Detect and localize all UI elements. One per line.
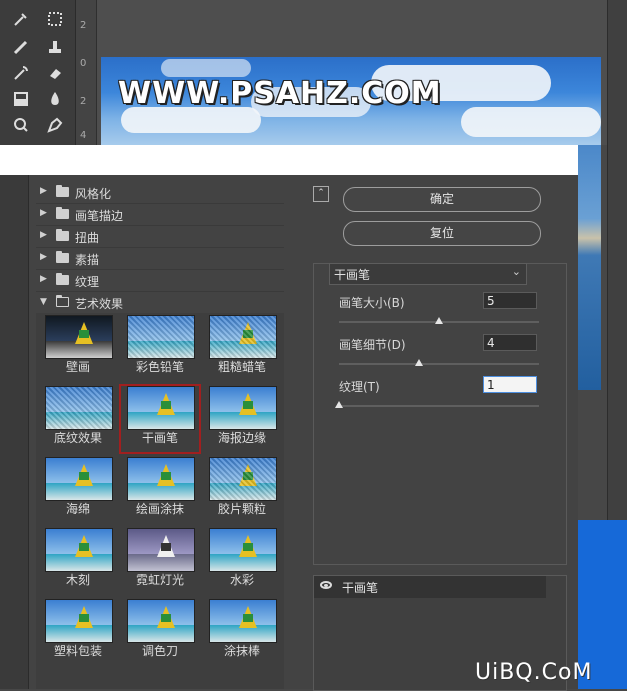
chevron-down-icon: ⌄ (511, 265, 521, 278)
eraser-tool-icon[interactable] (46, 64, 66, 84)
canvas-watermark-text: WWW.PSAHZ.COM (118, 76, 442, 111)
eyedropper-tool-icon[interactable] (12, 10, 32, 30)
eye-visibility-icon[interactable] (320, 581, 332, 589)
filter-label[interactable]: 壁画 (37, 358, 119, 375)
category-label: 艺术效果 (75, 297, 124, 311)
history-brush-tool-icon[interactable] (12, 64, 32, 84)
folder-icon (56, 251, 69, 263)
effect-layer-row[interactable]: 干画笔 (314, 576, 546, 598)
canvas-image-edge (577, 145, 601, 390)
expand-arrow-icon: ▶ (40, 186, 47, 196)
filter-thumbnail-selected[interactable] (127, 386, 195, 430)
folder-icon (56, 185, 69, 197)
category-sketch[interactable]: ▶ 素描 (36, 248, 284, 270)
filter-thumbnail[interactable] (209, 528, 277, 572)
filter-thumbnail[interactable] (45, 599, 113, 643)
open-folder-icon (56, 295, 69, 307)
filter-label[interactable]: 水彩 (201, 571, 283, 588)
filter-label[interactable]: 绘画涂抹 (119, 500, 201, 517)
filter-thumbnail[interactable] (209, 457, 277, 501)
filter-label-selected[interactable]: 干画笔 (119, 429, 201, 446)
expand-arrow-icon: ▶ (40, 252, 47, 262)
filter-label[interactable]: 木刻 (37, 571, 119, 588)
marquee-tool-icon[interactable] (46, 10, 66, 30)
stamp-tool-icon[interactable] (46, 38, 66, 58)
effect-layer-name: 干画笔 (342, 581, 379, 595)
filter-label[interactable]: 海绵 (37, 500, 119, 517)
filter-thumbnail[interactable] (209, 386, 277, 430)
brush-tool-icon[interactable] (12, 38, 32, 58)
category-label: 风格化 (75, 187, 112, 201)
collapse-arrow-icon: ▼ (40, 297, 47, 307)
texture-slider-track[interactable] (339, 405, 539, 407)
filter-label[interactable]: 调色刀 (119, 642, 201, 659)
folder-icon (56, 273, 69, 285)
texture-slider-handle[interactable] (335, 401, 343, 408)
filter-label[interactable]: 涂抹棒 (201, 642, 283, 659)
brush-size-slider-handle[interactable] (435, 317, 443, 324)
category-stylize[interactable]: ▶ 风格化 (36, 182, 284, 204)
category-brush-strokes[interactable]: ▶ 画笔描边 (36, 204, 284, 226)
filter-thumbnail[interactable] (45, 386, 113, 430)
filter-thumbnail[interactable] (45, 457, 113, 501)
filter-thumbnail[interactable] (127, 315, 195, 359)
brush-detail-input[interactable]: 4 (483, 334, 537, 351)
folder-icon (56, 229, 69, 241)
category-texture[interactable]: ▶ 纹理 (36, 270, 284, 292)
category-label: 素描 (75, 253, 100, 267)
expand-arrow-icon: ▶ (40, 208, 47, 218)
filter-thumbnail[interactable] (127, 599, 195, 643)
ruler-mark: 4 (80, 130, 87, 141)
filter-thumbnail[interactable] (209, 599, 277, 643)
filter-label[interactable]: 霓虹灯光 (119, 571, 201, 588)
filter-select-dropdown[interactable]: 干画笔 ⌄ (329, 263, 527, 285)
preview-pane-edge (0, 175, 29, 689)
site-watermark: UiBQ.CoM (475, 660, 593, 685)
category-label: 纹理 (75, 275, 100, 289)
filter-label[interactable]: 底纹效果 (37, 429, 119, 446)
ok-button[interactable]: 确定 (343, 187, 541, 212)
category-label: 扭曲 (75, 231, 100, 245)
category-artistic[interactable]: ▼ 艺术效果 (36, 292, 284, 314)
preview-strip (0, 145, 578, 176)
filter-thumbnail[interactable] (127, 457, 195, 501)
brush-detail-slider-track[interactable] (339, 363, 539, 365)
reset-button[interactable]: 复位 (343, 221, 541, 246)
dodge-tool-icon[interactable] (12, 116, 32, 136)
brush-size-label: 画笔大小(B) (339, 296, 405, 310)
ruler-mark: 0 (80, 58, 87, 69)
texture-label: 纹理(T) (339, 380, 380, 394)
brush-detail-label: 画笔细节(D) (339, 338, 406, 352)
vertical-ruler: 2 0 2 4 (76, 0, 97, 145)
expand-arrow-icon: ▶ (40, 274, 47, 284)
blur-tool-icon[interactable] (46, 90, 66, 110)
workspace-scrollbar[interactable] (607, 0, 627, 520)
collapse-gallery-button[interactable]: ⌃ (313, 186, 329, 202)
gradient-tool-icon[interactable] (12, 90, 32, 110)
pen-tool-icon[interactable] (46, 116, 66, 136)
filter-thumbnail[interactable] (45, 528, 113, 572)
expand-arrow-icon: ▶ (40, 230, 47, 240)
ruler-mark: 2 (80, 20, 87, 31)
folder-icon (56, 207, 69, 219)
tools-panel (0, 0, 76, 145)
filter-thumbnail[interactable] (209, 315, 277, 359)
brush-size-input[interactable]: 5 (483, 292, 537, 309)
filter-label[interactable]: 胶片颗粒 (201, 500, 283, 517)
filter-thumbnail[interactable] (45, 315, 113, 359)
brush-detail-slider-handle[interactable] (415, 359, 423, 366)
category-distort[interactable]: ▶ 扭曲 (36, 226, 284, 248)
filter-select-value: 干画笔 (334, 268, 371, 282)
category-label: 画笔描边 (75, 209, 124, 223)
chevron-up-icon: ⌃ (317, 188, 325, 198)
filter-label[interactable]: 粗糙蜡笔 (201, 358, 283, 375)
filter-label[interactable]: 塑料包装 (37, 642, 119, 659)
texture-input[interactable]: 1 (483, 376, 537, 393)
filter-label[interactable]: 彩色铅笔 (119, 358, 201, 375)
filter-thumbnail[interactable] (127, 528, 195, 572)
filter-label[interactable]: 海报边缘 (201, 429, 283, 446)
ruler-mark: 2 (80, 96, 87, 107)
